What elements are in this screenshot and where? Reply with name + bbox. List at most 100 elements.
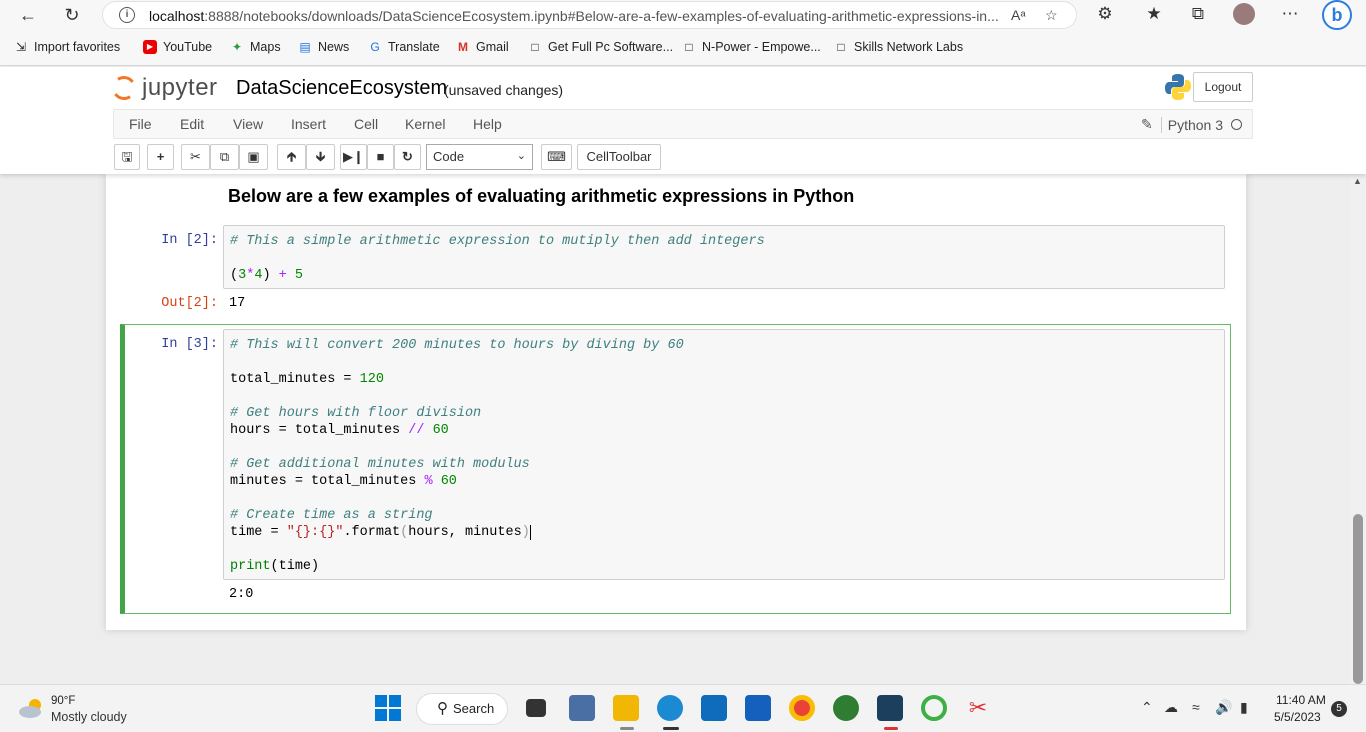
page-icon: □ (837, 40, 845, 54)
menu-edit[interactable]: Edit (180, 116, 204, 132)
collections-icon[interactable]: ⧉ (1187, 4, 1209, 24)
cell1-output: 17 (229, 296, 246, 311)
menu-insert[interactable]: Insert (291, 116, 326, 132)
insert-cell-button[interactable]: + (147, 144, 174, 170)
menu-cell[interactable]: Cell (354, 116, 378, 132)
terminal-app-icon[interactable] (877, 695, 903, 721)
file-explorer-icon[interactable] (613, 695, 639, 721)
active-indicator (620, 727, 634, 730)
celltoolbar-button[interactable]: CellToolbar (577, 144, 661, 170)
address-bar[interactable]: i localhost:8888/notebooks/downloads/Dat… (102, 1, 1077, 29)
chrome-icon[interactable] (789, 695, 815, 721)
translate-icon: G (370, 40, 380, 54)
windows-logo-icon (375, 695, 387, 707)
windows-taskbar: 90°F Mostly cloudy ⚲ Search ✂ ⌃ ☁ ≈ 🔊 ▮ 1… (0, 684, 1366, 732)
markdown-heading[interactable]: Below are a few examples of evaluating a… (228, 186, 854, 207)
clock-time[interactable]: 11:40 AM (1276, 693, 1326, 707)
text-cursor (529, 525, 531, 540)
restart-button[interactable]: ↻ (394, 144, 421, 170)
gmail-icon: M (458, 40, 468, 54)
kernel-name[interactable]: Python 3 (1160, 116, 1223, 133)
menu-kernel[interactable]: Kernel (405, 116, 445, 132)
jupyter-logo[interactable]: jupyter (110, 73, 218, 103)
cut-button[interactable]: ✂ (181, 144, 210, 170)
fav-skills-network-labs[interactable]: □ Skills Network Labs (834, 40, 963, 54)
page-scrollbar[interactable]: ▲ (1350, 174, 1366, 684)
fav-import-favorites[interactable]: ⇲ Import favorites (14, 40, 120, 54)
menu-help[interactable]: Help (473, 116, 502, 132)
store-icon[interactable] (745, 695, 771, 721)
cell2-code: # This will convert 200 minutes to hours… (230, 338, 684, 574)
stop-icon: ■ (376, 149, 385, 164)
jupyter-header: jupyter DataScienceEcosystem (unsaved ch… (0, 67, 1366, 174)
mail-icon[interactable] (701, 695, 727, 721)
news-icon: ▤ (299, 40, 311, 54)
python-logo-icon (1165, 74, 1191, 100)
notification-badge[interactable]: 5 (1331, 701, 1347, 717)
taskbar-search[interactable]: ⚲ Search (416, 693, 508, 725)
edit-mode-pencil-icon: ✎ (1141, 116, 1153, 132)
add-favorite-icon[interactable]: ☆ (1045, 7, 1058, 24)
volume-icon[interactable]: 🔊 (1215, 699, 1232, 716)
url-text[interactable]: localhost:8888/notebooks/downloads/DataS… (149, 8, 1009, 24)
cell2-code-input[interactable]: # This will convert 200 minutes to hours… (223, 329, 1225, 580)
kernel-idle-indicator-icon (1231, 119, 1242, 130)
step-forward-icon: ▶❙ (343, 149, 364, 164)
fav-get-full-pc-software[interactable]: □ Get Full Pc Software... (528, 40, 673, 54)
profile-avatar[interactable] (1233, 3, 1255, 25)
spinner-app-icon[interactable] (921, 695, 947, 721)
scroll-thumb[interactable] (1353, 514, 1363, 684)
edge-browser-icon[interactable] (657, 695, 683, 721)
notebook-name[interactable]: DataScienceEcosystem (236, 77, 447, 100)
clock-date[interactable]: 5/5/2023 (1274, 710, 1321, 724)
logout-button[interactable]: Logout (1193, 72, 1253, 102)
wifi-icon[interactable]: ≈ (1192, 699, 1200, 715)
arrow-down-icon: 🡳 (315, 149, 326, 164)
scroll-up-icon[interactable]: ▲ (1353, 176, 1362, 186)
run-button[interactable]: ▶❙ (340, 144, 367, 170)
weather-temp[interactable]: 90°F (51, 695, 75, 707)
keyboard-icon: ⌨ (547, 149, 566, 164)
menu-file[interactable]: File (129, 116, 152, 132)
interrupt-button[interactable]: ■ (367, 144, 394, 170)
cell-type-select[interactable]: Code ⌄ (426, 144, 533, 170)
fav-youtube[interactable]: ▶ YouTube (143, 40, 212, 54)
kernel-status: ✎ Python 3 (1141, 116, 1242, 133)
tray-overflow-chevron-icon[interactable]: ⌃ (1141, 699, 1153, 716)
fav-translate[interactable]: G Translate (368, 40, 439, 54)
fav-n-power[interactable]: □ N-Power - Empowe... (682, 40, 820, 54)
task-view-icon[interactable] (526, 699, 546, 717)
fav-gmail[interactable]: M Gmail (456, 40, 509, 54)
search-icon: ⚲ (437, 700, 448, 717)
save-button[interactable]: 🖫 (114, 144, 140, 170)
battery-icon[interactable]: ▮ (1240, 699, 1248, 716)
extensions-icon[interactable]: ⚙ (1094, 4, 1116, 24)
plus-icon: + (156, 149, 165, 164)
download-manager-icon[interactable] (833, 695, 859, 721)
fav-news[interactable]: ▤ News (298, 40, 349, 54)
copy-button[interactable]: ⧉ (210, 144, 239, 170)
cloudy-weather-icon[interactable] (18, 697, 46, 719)
menu-view[interactable]: View (233, 116, 263, 132)
photos-icon[interactable] (569, 695, 595, 721)
move-down-button[interactable]: 🡳 (306, 144, 335, 170)
move-up-button[interactable]: 🡱 (277, 144, 306, 170)
notebook-container: Below are a few examples of evaluating a… (106, 174, 1246, 630)
cell1-code-input[interactable]: # This a simple arithmetic expression to… (223, 225, 1225, 289)
start-button[interactable] (375, 695, 401, 721)
weather-desc[interactable]: Mostly cloudy (51, 710, 127, 724)
more-menu-icon[interactable]: ⋯ (1279, 4, 1301, 24)
fav-maps[interactable]: ✦ Maps (230, 40, 281, 54)
bing-chat-icon[interactable]: b (1322, 0, 1352, 30)
cell1-code: # This a simple arithmetic expression to… (230, 234, 765, 283)
refresh-icon[interactable]: ↻ (61, 4, 83, 26)
paste-button[interactable]: ▣ (239, 144, 268, 170)
snipping-tool-icon[interactable]: ✂ (965, 695, 991, 721)
read-aloud-icon[interactable]: Aᵃ (1011, 7, 1026, 23)
active-indicator (884, 727, 898, 730)
command-palette-button[interactable]: ⌨ (541, 144, 572, 170)
favorites-icon[interactable]: ★ (1143, 4, 1165, 24)
onedrive-icon[interactable]: ☁ (1164, 699, 1178, 716)
back-arrow-icon[interactable]: ← (17, 4, 39, 26)
site-info-icon[interactable]: i (119, 7, 135, 23)
